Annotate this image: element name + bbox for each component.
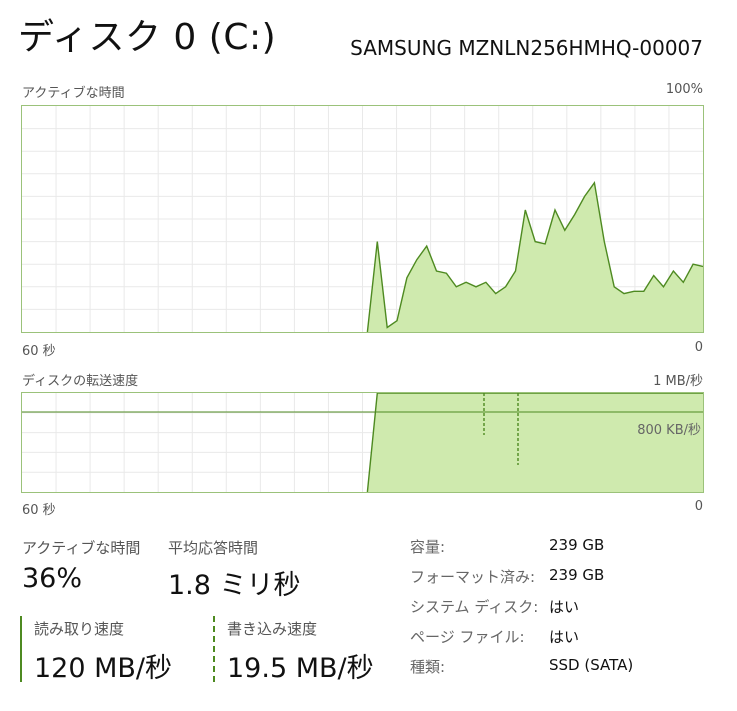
avg-response-value: 1.8 ミリ秒 xyxy=(168,570,301,601)
transfer-graph-label: ディスクの転送速度 xyxy=(22,374,139,389)
info-row-system-disk: システム ディスク: はい xyxy=(410,596,710,626)
transfer-ref-label: 800 KB/秒 xyxy=(637,423,701,438)
transfer-series-area xyxy=(367,393,703,492)
info-value: SSD (SATA) xyxy=(549,656,634,674)
info-value: はい xyxy=(549,598,580,616)
active-time-graph xyxy=(21,105,704,333)
write-speed-value: 19.5 MB/秒 xyxy=(227,653,374,684)
info-row-formatted: フォーマット済み: 239 GB xyxy=(410,566,710,596)
info-label: ページ ファイル: xyxy=(410,628,525,646)
transfer-chart-svg xyxy=(22,393,703,492)
transfer-axis-left: 60 秒 xyxy=(22,503,56,518)
avg-response-label: 平均応答時間 xyxy=(168,539,259,557)
read-speed-value: 120 MB/秒 xyxy=(34,653,173,684)
active-time-chart-svg xyxy=(22,106,703,332)
active-time-max-label: 100% xyxy=(665,82,703,97)
info-label: フォーマット済み: xyxy=(410,568,536,586)
transfer-graph xyxy=(21,392,704,493)
info-row-page-file: ページ ファイル: はい xyxy=(410,626,710,656)
info-value: 239 GB xyxy=(549,536,605,554)
read-speed-label: 読み取り速度 xyxy=(34,620,125,638)
info-value: はい xyxy=(549,628,580,646)
active-time-graph-label: アクティブな時間 xyxy=(22,86,125,101)
write-speed-panel: 書き込み速度 19.5 MB/秒 xyxy=(213,616,395,684)
write-speed-label: 書き込み速度 xyxy=(227,620,318,638)
info-value: 239 GB xyxy=(549,566,605,584)
active-time-axis-left: 60 秒 xyxy=(22,344,56,359)
page-title: ディスク 0 (C:) xyxy=(18,17,277,58)
disk-info-table: 容量: 239 GB フォーマット済み: 239 GB システム ディスク: は… xyxy=(410,536,710,686)
transfer-axis-right: 0 xyxy=(694,499,703,514)
info-row-capacity: 容量: 239 GB xyxy=(410,536,710,566)
info-label: システム ディスク: xyxy=(410,598,539,616)
info-label: 種類: xyxy=(410,658,446,676)
info-row-type: 種類: SSD (SATA) xyxy=(410,656,710,686)
disk-model: SAMSUNG MZNLN256HMHQ-00007 xyxy=(350,36,703,60)
transfer-max-label: 1 MB/秒 xyxy=(653,374,703,389)
info-label: 容量: xyxy=(410,538,446,556)
read-speed-panel: 読み取り速度 120 MB/秒 xyxy=(20,616,202,684)
active-time-axis-right: 0 xyxy=(694,340,703,355)
active-time-stat-value: 36% xyxy=(22,563,83,594)
active-time-stat-label: アクティブな時間 xyxy=(22,539,141,557)
